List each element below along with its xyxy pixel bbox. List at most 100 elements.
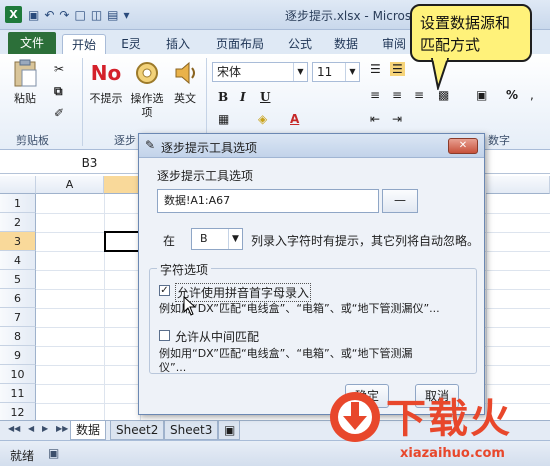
download-logo-icon	[330, 392, 380, 442]
new-file-icon[interactable]: □	[74, 8, 85, 22]
row-header-9[interactable]: 9	[0, 346, 36, 365]
accounting-format-icon[interactable]: ▣	[476, 88, 487, 102]
row-header-8[interactable]: 8	[0, 327, 36, 346]
dialog-title-bar: ✎ 逐步提示工具选项 ✕	[139, 134, 484, 158]
speaker-icon	[175, 61, 195, 85]
comma-style-icon[interactable]: ,	[530, 88, 534, 102]
callout-tail	[430, 58, 450, 90]
chevron-down-icon[interactable]: ▼	[345, 63, 359, 81]
watermark-url: xiazaihuo.com	[400, 446, 505, 461]
insert-sheet-icon[interactable]: ▣	[218, 421, 240, 440]
step-hint-options-dialog: ✎ 逐步提示工具选项 ✕ 逐步提示工具选项 数据!A1:A67 — 在 B ▼ …	[138, 133, 485, 415]
font-size-combo[interactable]: 11 ▼	[312, 62, 360, 82]
last-sheet-icon[interactable]: ▶▶	[56, 424, 68, 433]
paste-icon	[14, 59, 37, 87]
row-header-6[interactable]: 6	[0, 289, 36, 308]
tab-formulas[interactable]: 公式	[282, 34, 318, 54]
copy-icon[interactable]: ⧉	[54, 84, 63, 99]
column-header-a[interactable]: A	[36, 176, 104, 194]
row-header-7[interactable]: 7	[0, 308, 36, 327]
tab-insert[interactable]: 插入	[160, 34, 196, 54]
align-right-icon[interactable]: ≡	[414, 88, 424, 102]
increase-indent-icon[interactable]: ⇥	[392, 112, 402, 126]
english-button[interactable]: 英文	[170, 58, 200, 106]
chevron-down-icon[interactable]: ▼	[228, 229, 242, 249]
no-hint-label: 不提示	[89, 92, 123, 105]
align-left-icon[interactable]: ≡	[370, 88, 380, 102]
tab-home[interactable]: 开始	[62, 34, 106, 54]
tab-eling[interactable]: E灵	[114, 34, 148, 54]
column-prefix-label: 在	[163, 234, 176, 248]
no-hint-button[interactable]: No 不提示	[88, 58, 124, 106]
data-source-input[interactable]: 数据!A1:A67	[157, 189, 379, 213]
middle-match-example-line2: 仪”...	[159, 361, 187, 374]
middle-match-checkbox[interactable]	[159, 330, 170, 341]
merge-cells-icon[interactable]: ▩	[438, 88, 449, 102]
hint-column-select[interactable]: B ▼	[191, 228, 243, 250]
row-header-11[interactable]: 11	[0, 384, 36, 403]
next-sheet-icon[interactable]: ▶	[42, 424, 48, 433]
customize-qat-icon[interactable]: ▾	[124, 8, 130, 22]
save-icon[interactable]: ▣	[28, 8, 39, 22]
options-button[interactable]: 操作选项	[130, 58, 164, 120]
watermark: 下载火 xiazaihuo.com	[328, 386, 550, 466]
row-header-4[interactable]: 4	[0, 251, 36, 270]
align-center-icon[interactable]: ≡	[392, 88, 402, 102]
print-preview-icon[interactable]: ▤	[107, 8, 118, 22]
gear-icon	[136, 62, 158, 84]
middle-match-label[interactable]: 允许从中间匹配	[175, 328, 259, 345]
gridline	[104, 194, 105, 420]
undo-icon[interactable]: ↶	[44, 8, 54, 22]
prev-sheet-icon[interactable]: ◀	[28, 424, 34, 433]
row-header-2[interactable]: 2	[0, 213, 36, 232]
open-folder-icon[interactable]: ◫	[91, 8, 102, 22]
row-header-1[interactable]: 1	[0, 194, 36, 213]
fill-color-icon[interactable]: ◈	[258, 112, 267, 126]
active-cell-b3[interactable]	[104, 231, 140, 252]
first-sheet-icon[interactable]: ◀◀	[8, 424, 20, 433]
no-hint-icon: No	[90, 61, 122, 85]
font-name-combo[interactable]: 宋体 ▼	[212, 62, 308, 82]
char-options-legend: 字符选项	[157, 261, 212, 278]
group-separator	[82, 58, 83, 146]
align-top-icon[interactable]: ☰	[370, 62, 381, 76]
tab-page-layout[interactable]: 页面布局	[210, 34, 270, 54]
column-suffix-label: 列录入字符时有提示，其它列将自动忽略。	[251, 234, 480, 248]
close-icon[interactable]: ✕	[448, 138, 478, 154]
font-color-icon[interactable]: A	[290, 112, 299, 126]
excel-app-icon[interactable]: X	[5, 6, 22, 23]
align-middle-icon[interactable]: ☰	[390, 62, 405, 76]
sheet-tab-sheet3[interactable]: Sheet3	[164, 421, 219, 440]
tab-file[interactable]: 文件	[8, 32, 56, 54]
range-picker-button[interactable]: —	[382, 189, 418, 213]
status-ready: 就绪	[10, 449, 35, 463]
italic-icon[interactable]: I	[240, 90, 246, 104]
select-all-corner[interactable]	[0, 176, 36, 194]
format-painter-icon[interactable]: ✐	[54, 106, 64, 120]
callout-bubble: 设置数据源和匹配方式	[410, 4, 532, 62]
bold-icon[interactable]: B	[218, 90, 228, 104]
row-header-10[interactable]: 10	[0, 365, 36, 384]
percent-style-button[interactable]: %	[506, 88, 518, 102]
sheet-tab-sheet2[interactable]: Sheet2	[110, 421, 165, 440]
border-icon[interactable]: ▦	[218, 112, 229, 126]
pen-icon: ✎	[145, 138, 156, 152]
chevron-down-icon[interactable]: ▼	[293, 63, 307, 81]
row-header-12[interactable]: 12	[0, 403, 36, 420]
row-header-5[interactable]: 5	[0, 270, 36, 289]
dialog-title: 逐步提示工具选项	[161, 141, 258, 155]
decrease-indent-icon[interactable]: ⇤	[370, 112, 380, 126]
column-header-right[interactable]	[486, 176, 550, 194]
pinyin-initials-checkbox[interactable]: ✓	[159, 285, 170, 296]
font-size-value: 11	[317, 65, 333, 79]
sheet-tab-data[interactable]: 数据	[70, 421, 107, 440]
row-header-3[interactable]: 3	[0, 232, 36, 251]
cut-icon[interactable]: ✂	[54, 62, 64, 76]
redo-icon[interactable]: ↷	[59, 8, 69, 22]
column-header-b[interactable]	[104, 176, 140, 194]
tab-data[interactable]: 数据	[328, 34, 364, 54]
macro-record-icon[interactable]: ▣	[48, 446, 59, 460]
underline-icon[interactable]: U	[260, 90, 270, 104]
paste-button[interactable]: 粘贴	[8, 58, 42, 106]
tab-review[interactable]: 审阅	[376, 34, 412, 54]
